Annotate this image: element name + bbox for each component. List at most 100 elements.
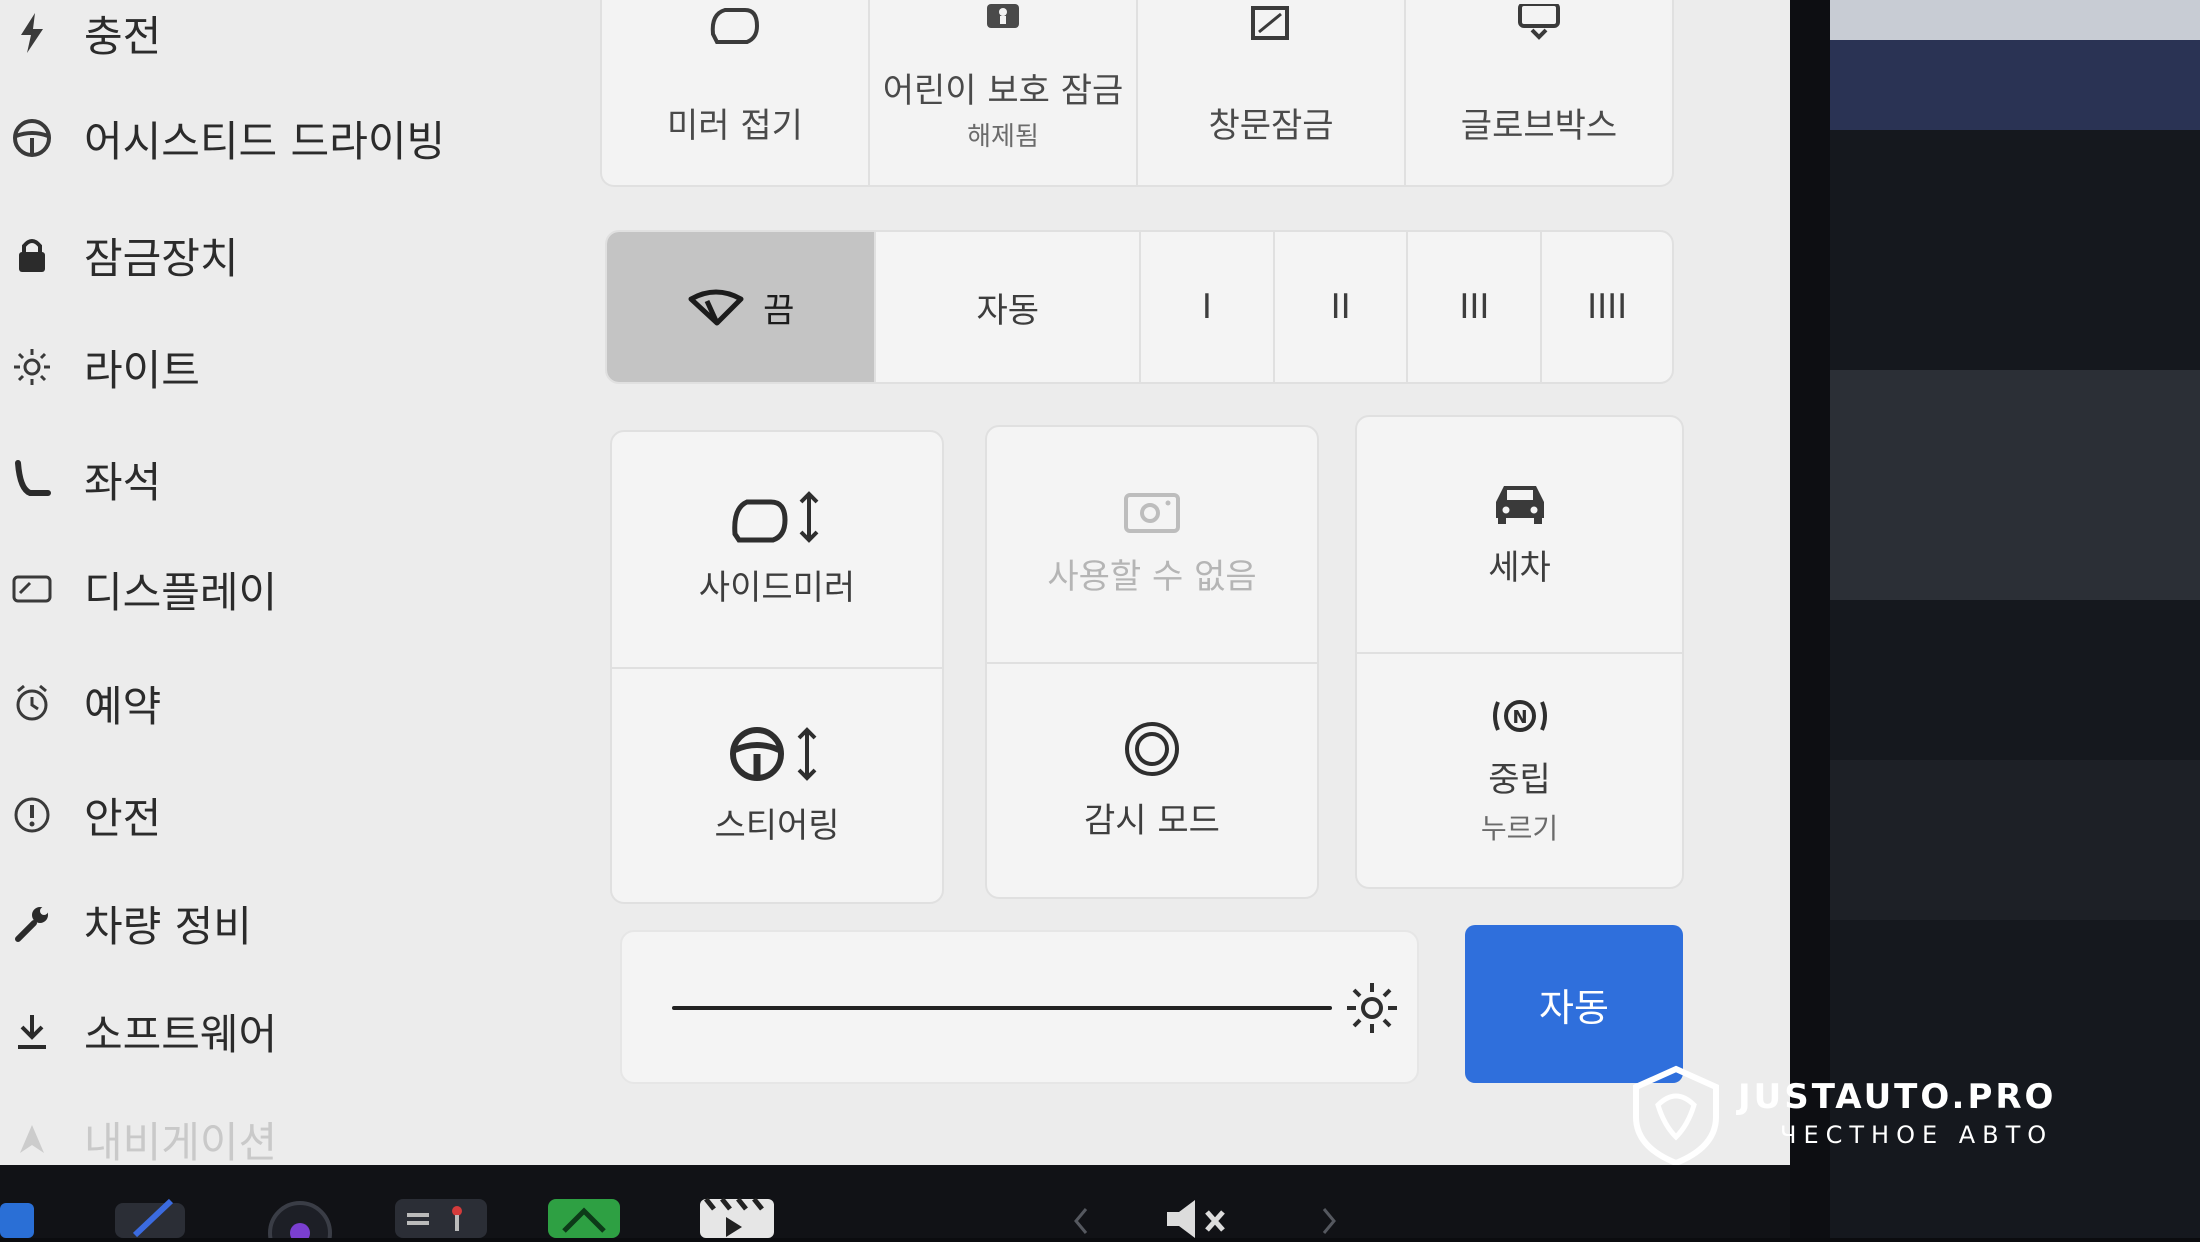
bolt-icon (0, 13, 64, 53)
child-lock-icon (981, 4, 1025, 38)
toybox-icon[interactable] (395, 1195, 487, 1242)
seat-icon (0, 459, 64, 499)
sentry-mode-button[interactable]: 감시 모드 (987, 664, 1317, 897)
sidebar-item-seats[interactable]: 좌석 (0, 444, 161, 514)
watermark: JUSTAUTO.PRO ЧЕСТНОЕ АВТО (1628, 1065, 2108, 1175)
sidebar-item-safety[interactable]: 안전 (0, 780, 161, 850)
watermark-subtitle: ЧЕСТНОЕ АВТО (1780, 1121, 2054, 1149)
steering-wheel-icon (0, 118, 64, 158)
sidebar-item-label: 충전 (84, 11, 162, 61)
window-lock-icon (1247, 4, 1295, 48)
wiper-auto-label: 자동 (976, 290, 1039, 331)
sidebar-item-label: 어시스티드 드라이빙 (84, 116, 446, 166)
navigation-arrow-icon (0, 1123, 64, 1155)
steering-adjust-button[interactable]: 스티어링 (612, 669, 942, 902)
wash-neutral-card: 세차 N 중립 누르기 (1355, 415, 1684, 889)
window-lock-button[interactable]: 창문잠금 (1138, 0, 1406, 185)
steering-adjust-icon (727, 724, 827, 784)
tow-neutral-button[interactable]: N 중립 누르기 (1357, 654, 1682, 887)
download-icon (0, 1011, 64, 1051)
wiper-auto-option[interactable]: 자동 (876, 232, 1141, 382)
sidebar-item-charging[interactable]: 충전 (0, 0, 161, 68)
sidebar-item-label: 차량 정비 (84, 901, 252, 951)
lock-icon (0, 236, 64, 274)
unavailable-label: 사용할 수 없음 (1047, 557, 1257, 597)
camera-app-icon[interactable] (265, 1195, 335, 1242)
wiper-speed-1-option[interactable]: I (1141, 232, 1275, 382)
brightness-sun-icon (1344, 980, 1400, 1040)
fold-mirrors-button[interactable]: 미러 접기 (602, 0, 870, 185)
brightness-slider[interactable] (672, 1006, 1332, 1010)
neutral-sublabel: 누르기 (1480, 812, 1559, 845)
mirror-steering-card: 사이드미러 스티어링 (610, 430, 944, 904)
tile-status: 해제됨 (967, 121, 1039, 152)
tile-label: 미러 접기 (667, 106, 803, 146)
camera-icon (1124, 491, 1180, 535)
sidebar-item-label: 소프트웨어 (84, 1009, 278, 1059)
neutral-label: 중립 (1488, 760, 1551, 800)
sidebar-item-label: 내비게이션 (84, 1117, 278, 1166)
brightness-auto-button[interactable]: 자동 (1465, 925, 1683, 1083)
alarm-clock-icon (0, 683, 64, 723)
watermark-logo-icon (1628, 1065, 1724, 1169)
glovebox-button[interactable]: 글로브박스 (1406, 0, 1672, 185)
chevron-left-icon[interactable] (1070, 1205, 1090, 1239)
sidebar-item-label: 예약 (84, 681, 162, 731)
svg-text:N: N (1512, 707, 1527, 728)
settings-sidebar: 충전 어시스티드 드라이빙 잠금장치 라이트 좌석 디스플레이 예약 안전 차량… (0, 0, 560, 1165)
wiper-selector: 끔 자동 I II III IIII (605, 230, 1674, 384)
sidebar-item-software[interactable]: 소프트웨어 (0, 996, 277, 1066)
wiper-speed-3-option[interactable]: III (1408, 232, 1543, 382)
child-lock-button[interactable]: 어린이 보호 잠금 해제됨 (870, 0, 1138, 185)
neutral-icon: N (1490, 694, 1550, 738)
sidebar-item-label: 안전 (84, 793, 162, 843)
sun-icon (0, 347, 64, 387)
sidebar-item-label: 잠금장치 (84, 233, 239, 283)
sentry-icon (1122, 719, 1182, 779)
car-icon (1490, 480, 1550, 526)
car-wash-label: 세차 (1488, 548, 1551, 588)
unavailable-button[interactable]: 사용할 수 없음 (987, 427, 1317, 662)
app-icon[interactable] (115, 1195, 185, 1242)
chevron-right-icon[interactable] (1320, 1205, 1340, 1239)
wiper-icon (687, 287, 745, 327)
wiper-off-label: 끔 (763, 290, 795, 331)
background-scene (1830, 0, 2200, 1238)
sidebar-item-lights[interactable]: 라이트 (0, 332, 200, 402)
theater-icon[interactable] (700, 1195, 774, 1242)
warning-circle-icon (0, 795, 64, 835)
brightness-control (620, 930, 1419, 1084)
camera-sentry-card: 사용할 수 없음 감시 모드 (985, 425, 1319, 899)
car-wash-button[interactable]: 세차 (1357, 417, 1682, 652)
app-icon[interactable] (0, 1195, 34, 1242)
wiper-off-option[interactable]: 끔 (607, 232, 877, 382)
tile-label: 창문잠금 (1208, 106, 1334, 146)
wiper-speed-4-option[interactable]: IIII (1542, 232, 1672, 382)
mirror-adjust-icon (729, 490, 825, 546)
sidebar-item-locks[interactable]: 잠금장치 (0, 220, 239, 290)
sidebar-item-assisted-driving[interactable]: 어시스티드 드라이빙 (0, 103, 445, 173)
sidebar-item-label: 라이트 (84, 345, 200, 395)
glovebox-icon (1514, 2, 1564, 44)
wiper-speed-2-option[interactable]: II (1275, 232, 1409, 382)
volume-mute-icon[interactable] (1165, 1198, 1235, 1242)
side-mirror-adjust-button[interactable]: 사이드미러 (612, 432, 942, 667)
side-mirror-label: 사이드미러 (698, 568, 856, 608)
quick-controls-row: 미러 접기 어린이 보호 잠금 해제됨 창문잠금 글로브박스 (600, 0, 1674, 187)
wiper-speed-label: II (1330, 287, 1351, 327)
app-icon[interactable] (548, 1195, 620, 1242)
wiper-speed-label: I (1201, 287, 1212, 327)
sidebar-item-schedule[interactable]: 예약 (0, 668, 161, 738)
sidebar-item-label: 디스플레이 (84, 567, 278, 617)
wrench-icon (0, 903, 64, 943)
tile-label: 어린이 보호 잠금 (882, 70, 1124, 111)
sidebar-item-service[interactable]: 차량 정비 (0, 888, 252, 958)
tile-label: 글로브박스 (1460, 106, 1618, 146)
wiper-speed-label: III (1459, 287, 1490, 327)
display-icon (0, 573, 64, 605)
sidebar-item-display[interactable]: 디스플레이 (0, 554, 277, 624)
sidebar-item-navigation[interactable]: 내비게이션 (0, 1104, 277, 1165)
touchscreen: 충전 어시스티드 드라이빙 잠금장치 라이트 좌석 디스플레이 예약 안전 차량… (0, 0, 1790, 1165)
sidebar-item-label: 좌석 (84, 457, 162, 507)
sentry-label: 감시 모드 (1084, 801, 1220, 841)
